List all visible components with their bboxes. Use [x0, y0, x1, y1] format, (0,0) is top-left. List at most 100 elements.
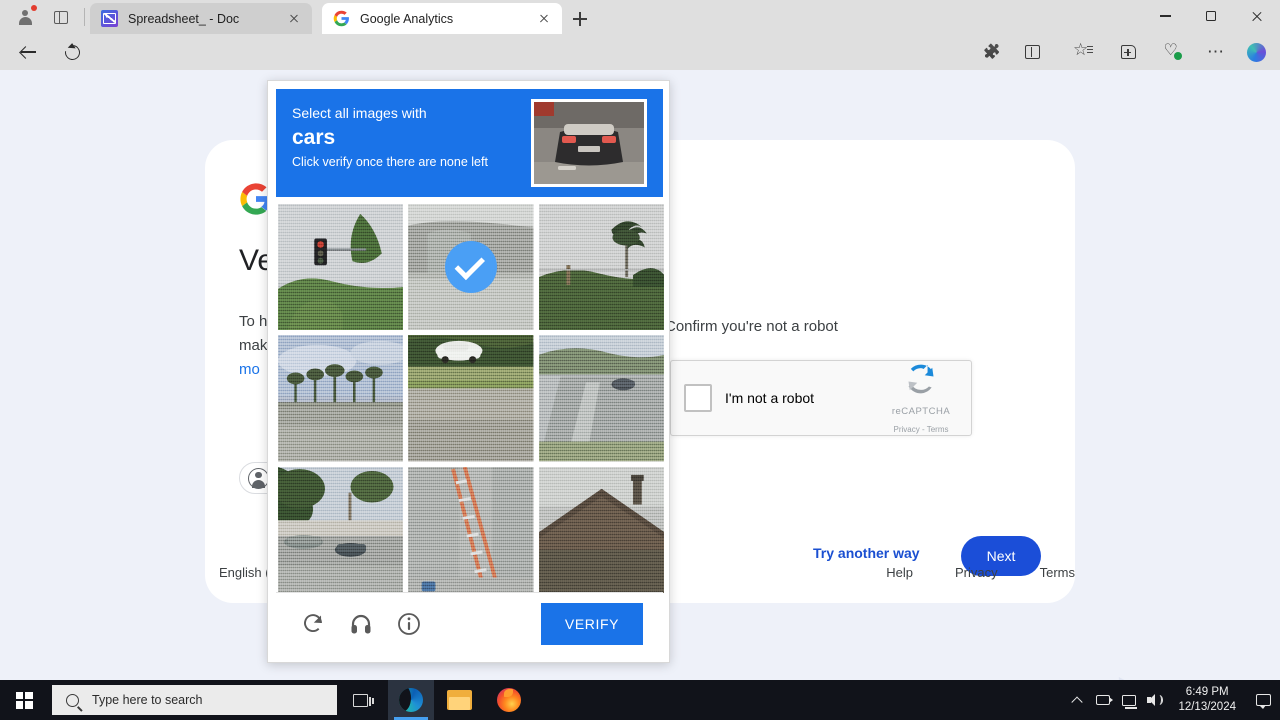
tile-noise — [538, 204, 664, 331]
page-viewport: Ve To h mak mo Confirm you're not a robo… — [0, 70, 1280, 680]
tab-spreadsheet[interactable]: Spreadsheet_ - Doc — [90, 3, 312, 34]
favorites-icon — [1073, 40, 1093, 60]
challenge-tile-2[interactable] — [538, 204, 664, 331]
recaptcha-brand-name: reCAPTCHA — [891, 406, 951, 417]
challenge-tile-4[interactable] — [408, 335, 534, 462]
volume-button[interactable] — [1142, 680, 1168, 720]
minimize-button[interactable] — [1142, 0, 1188, 32]
audio-challenge-button[interactable] — [344, 607, 378, 641]
maximize-button[interactable] — [1188, 0, 1234, 32]
challenge-tile-0[interactable] — [278, 204, 404, 331]
terms-link[interactable]: Terms — [1040, 565, 1075, 580]
copilot-icon — [1246, 42, 1266, 62]
tile-noise — [278, 335, 404, 462]
tile-noise — [278, 204, 404, 331]
recaptcha-branding: reCAPTCHA Privacy - Terms — [883, 359, 959, 437]
task-view-button[interactable] — [342, 685, 378, 715]
challenge-tile-8[interactable] — [538, 466, 664, 593]
tab-title: Google Analytics — [360, 11, 454, 26]
challenge-tile-3[interactable] — [278, 335, 404, 462]
back-icon — [21, 45, 36, 59]
notifications-icon — [1255, 694, 1271, 709]
tab-google-analytics[interactable]: Google Analytics — [322, 3, 562, 34]
split-screen-button[interactable] — [1018, 38, 1046, 66]
taskbar-app-file-explorer[interactable] — [436, 680, 482, 720]
split-screen-icon — [1024, 45, 1040, 59]
windows-start-icon — [15, 691, 33, 709]
close-window-button[interactable] — [1234, 0, 1280, 32]
screen: Spreadsheet_ - Doc Google Analytics A 🧩 … — [0, 0, 1280, 720]
challenge-tile-1[interactable] — [408, 204, 534, 331]
recaptcha-checkbox[interactable] — [684, 384, 712, 412]
show-hidden-icons-button[interactable] — [1064, 680, 1090, 720]
favorites-button[interactable] — [1070, 38, 1098, 66]
new-tab-button[interactable] — [566, 6, 594, 32]
tab-close-icon[interactable] — [534, 9, 554, 29]
google-g-icon — [333, 10, 350, 27]
challenge-tile-5[interactable] — [538, 335, 664, 462]
challenge-info-button[interactable] — [392, 607, 426, 641]
tab-title: Spreadsheet_ - Doc — [128, 11, 240, 26]
challenge-tile-6[interactable] — [278, 466, 404, 593]
window-controls — [1142, 0, 1280, 32]
tab-search-icon — [54, 10, 68, 24]
camera-privacy-icon — [1096, 695, 1114, 705]
close-icon — [1251, 10, 1263, 22]
taskbar-clock[interactable]: 6:49 PM 12/13/2024 — [1168, 685, 1246, 715]
challenge-reload-button[interactable] — [296, 607, 330, 641]
profile-button[interactable] — [10, 4, 40, 30]
tile-noise — [408, 335, 534, 462]
reload-icon — [61, 41, 83, 63]
info-icon — [398, 612, 420, 635]
network-button[interactable] — [1116, 680, 1142, 720]
file-explorer-icon — [446, 690, 472, 710]
action-center-button[interactable] — [1246, 680, 1280, 720]
confirm-robot-label: Confirm you're not a robot — [665, 318, 838, 335]
tab-search-button[interactable] — [48, 5, 74, 29]
verify-button[interactable]: VERIFY — [541, 602, 643, 645]
more-options-button[interactable]: ⋯ — [1202, 38, 1230, 66]
taskbar-app-firefox[interactable] — [486, 680, 532, 720]
language-selector[interactable]: English ( — [219, 565, 270, 580]
back-button[interactable] — [14, 38, 42, 66]
tile-noise — [408, 466, 534, 593]
tile-noise — [278, 466, 404, 593]
browser-toolbar: https://accounts.google.com/v3/signin/ch… — [0, 34, 1280, 101]
profile-notification-dot — [31, 5, 37, 11]
browser-essentials-button[interactable] — [1158, 38, 1186, 66]
reload-button[interactable] — [58, 38, 86, 66]
system-tray: 6:49 PM 12/13/2024 — [1064, 680, 1280, 720]
footer-links: Help Privacy Terms — [886, 565, 1075, 580]
challenge-example-thumbnail — [531, 99, 647, 187]
recaptcha-privacy-terms[interactable]: Privacy - Terms — [894, 425, 949, 434]
challenge-tile-grid — [278, 204, 664, 593]
volume-icon — [1147, 694, 1164, 707]
tile-noise — [538, 466, 664, 593]
challenge-footer: VERIFY — [276, 592, 663, 654]
copilot-button[interactable] — [1242, 38, 1270, 66]
recaptcha-widget[interactable]: I'm not a robot reCAPTCHA Privacy - Term… — [670, 360, 972, 436]
help-link[interactable]: Help — [886, 565, 913, 580]
taskbar-search-box[interactable]: Type here to search — [52, 685, 337, 715]
try-another-way-link[interactable]: Try another way — [813, 545, 920, 561]
minimize-icon — [1159, 15, 1171, 17]
tile-noise — [538, 335, 664, 462]
recaptcha-logo-icon — [908, 364, 934, 394]
collections-icon — [1120, 45, 1136, 59]
doc-icon — [101, 10, 118, 27]
search-placeholder: Type here to search — [92, 693, 203, 707]
challenge-tile-7[interactable] — [408, 466, 534, 593]
browser-essentials-icon — [1164, 40, 1182, 60]
reload-icon — [304, 613, 322, 632]
taskbar: Type here to search 6:49 PM 12/13/2024 — [0, 680, 1280, 720]
extensions-icon — [983, 43, 1000, 61]
collections-button[interactable] — [1114, 38, 1142, 66]
tab-close-icon[interactable] — [284, 9, 304, 29]
privacy-link[interactable]: Privacy — [955, 565, 998, 580]
recaptcha-challenge-popup: Select all images with cars Click verify… — [267, 80, 670, 663]
taskbar-app-edge[interactable] — [388, 680, 434, 720]
camera-privacy-button[interactable] — [1090, 680, 1116, 720]
clock-time: 6:49 PM — [1185, 686, 1229, 698]
start-button[interactable] — [0, 680, 48, 720]
extensions-button[interactable] — [978, 38, 1006, 66]
